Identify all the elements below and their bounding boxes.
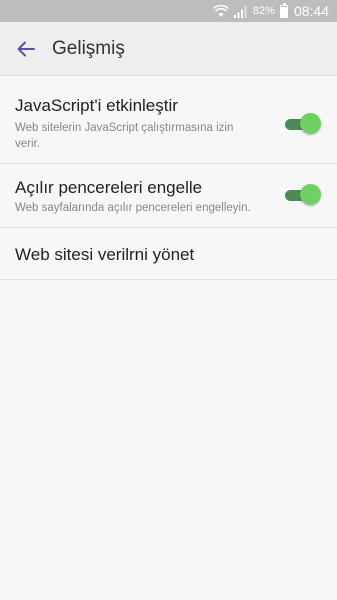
page-title: Gelişmiş [52, 37, 125, 59]
toggle-thumb [300, 113, 321, 134]
setting-description: Web sitelerin JavaScript çalıştırmasına … [15, 122, 234, 150]
setting-title: Açılır pencereleri engelle [15, 178, 203, 197]
setting-description: Web sayfalarında açılır pencereleri enge… [15, 202, 251, 214]
back-button[interactable] [14, 37, 38, 61]
battery-icon [279, 2, 288, 18]
battery-percent: 82% [252, 5, 275, 17]
toggle-thumb [300, 184, 321, 205]
arrow-left-icon [17, 41, 35, 56]
popups-toggle[interactable] [285, 184, 321, 206]
setting-title: Web sitesi verilrni yönet [15, 245, 195, 264]
setting-enable-javascript[interactable]: JavaScript'i etkinleştir Web sitelerin J… [0, 77, 337, 164]
settings-list: JavaScript'i etkinleştir Web sitelerin J… [0, 77, 337, 280]
setting-manage-website-data[interactable]: Web sitesi verilrni yönet [0, 228, 337, 280]
setting-block-popups[interactable]: Açılır pencereleri engelle Web sayfaları… [0, 164, 337, 228]
wifi-icon [212, 4, 229, 18]
app-bar: Gelişmiş [0, 22, 337, 76]
clock: 08:44 [293, 3, 329, 19]
javascript-toggle[interactable] [285, 113, 321, 135]
signal-icon [233, 5, 248, 18]
status-bar: 82% 08:44 [0, 0, 337, 22]
setting-title: JavaScript'i etkinleştir [15, 96, 178, 115]
